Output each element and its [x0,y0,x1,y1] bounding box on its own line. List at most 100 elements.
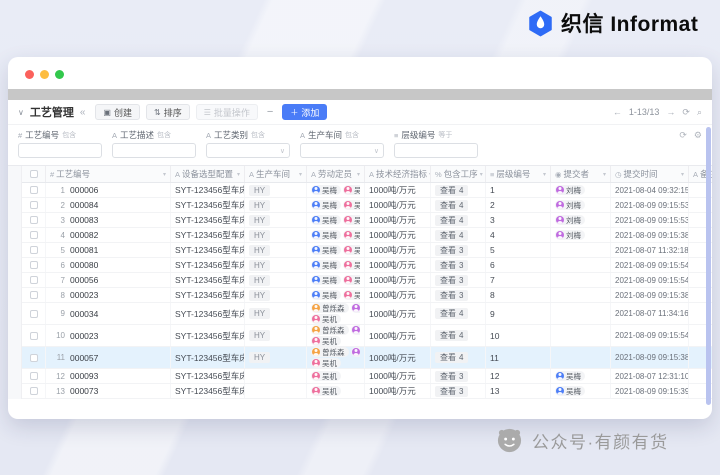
view-steps-button[interactable]: 查看 3 [435,274,469,286]
row-checkbox[interactable] [29,276,38,284]
add-button[interactable]: ＋添加 [282,104,328,120]
submit-time: 2021-08-09 09:15:53 [615,215,689,225]
avatar [344,186,352,194]
table-row[interactable]: 13 000073 SYT-123456型车床 吴机 1000吨/万元 查看 3 13 吴梅 20… [22,384,712,399]
workshop-tag: HY [249,184,271,196]
batch-actions-button[interactable]: ☰ 批量操作 [195,104,258,120]
select-all-checkbox[interactable] [29,170,38,178]
chevron-down-icon[interactable]: ▾ [480,171,483,178]
next-page-icon[interactable]: → [666,107,675,117]
table-row[interactable]: 12 000093 SYT-123456型车床 吴机 1000吨/万元 查看 3 12 吴梅 20… [22,369,712,384]
chevron-down-icon[interactable]: ∨ [18,108,24,117]
vertical-scrollbar[interactable] [706,127,711,405]
view-steps-button[interactable]: 查看 4 [435,229,469,241]
filter-select[interactable]: ∨ [300,143,384,158]
column-header-3[interactable]: A 生产车间 ▾ [245,166,307,182]
more-tools-icon[interactable]: − [267,106,273,118]
column-header-9[interactable]: ◷ 提交时间 ▾ [611,166,689,182]
search-icon[interactable]: ⌕ [697,107,702,118]
table-row[interactable]: 4000082SYT-123456型车床HY吴梅吴机1000吨/万元查看44刘梅… [22,228,712,243]
row-checkbox[interactable] [29,372,38,380]
row-checkbox[interactable] [29,201,38,209]
tech-indicator: 1000吨/万元 [369,290,416,300]
table-row[interactable]: 3 000083 SYT-123456型车床 HY 吴梅 吴机 1000吨/万元 查看4 3 刘梅… [22,213,712,228]
filter-settings-gear-icon[interactable]: ⚙ [694,130,702,141]
maximize-window-button[interactable] [55,70,64,79]
cell-level-number: 12 [486,369,551,383]
row-checkbox[interactable] [29,353,38,362]
row-checkbox[interactable] [29,216,38,224]
filter-select[interactable]: ∨ [206,143,290,158]
row-checkbox[interactable] [29,331,38,340]
minimize-window-button[interactable] [40,70,49,79]
table-row[interactable]: 11 000057 SYT-123456型车床 HY 曾烁森刘梅吴机 1000吨/万元 查看… [22,347,712,369]
staff-chip-line: 吴机 [311,358,360,368]
column-type-icon: A [693,169,699,179]
view-steps-button[interactable]: 查看 3 [435,370,469,382]
filter-input[interactable] [18,143,102,158]
person-chip: 吴机 [343,185,360,195]
view-steps-button[interactable]: 查看 4 [435,214,469,226]
row-checkbox[interactable] [29,186,38,194]
chevron-down-icon[interactable]: ▾ [237,171,240,178]
table-row[interactable]: 9 000034 SYT-123456型车床 HY 曾烁森刘梅吴机 1000吨/万元 查看4… [22,303,712,325]
avatar [312,261,320,269]
filter-refresh-icon[interactable]: ⟳ [679,130,687,141]
chevron-down-icon[interactable]: ▾ [357,171,360,178]
table-row[interactable]: 5 000081 SYT-123456型车床 HY 吴梅 吴机 1000吨/万元 查看3 5 20… [22,243,712,258]
column-header-1[interactable]: # 工艺编号 ▾ [46,166,171,182]
person-name: 吴机 [354,275,360,285]
table-row[interactable]: 8 000023 SYT-123456型车床 HY 吴梅 吴机 1000吨/万元 查看3 8 20… [22,288,712,303]
column-header-8[interactable]: ◉ 提交者 ▾ [551,166,611,182]
chevron-down-icon[interactable]: ▾ [603,171,606,178]
view-steps-button[interactable]: 查看 4 [435,308,469,319]
column-header-2[interactable]: A 设备选型配置 ▾ [171,166,245,182]
level-number: 4 [490,230,495,240]
chevron-down-icon[interactable]: ▾ [681,171,684,178]
column-type-icon: # [50,169,55,179]
view-steps-button[interactable]: 查看 4 [435,184,469,196]
filter-input[interactable] [112,143,196,158]
row-checkbox[interactable] [29,291,38,299]
row-checkbox[interactable] [29,246,38,254]
close-window-button[interactable] [25,70,34,79]
chevron-down-icon[interactable]: ▾ [163,171,166,178]
column-header-5[interactable]: A技术经济指标▾ [365,166,431,182]
column-header-7[interactable]: ≡ 层级编号 ▾ [486,166,551,182]
table-row[interactable]: 10 000023 SYT-123456型车床 HY 曾烁森刘梅吴机 1000吨/万元 查看… [22,325,712,347]
row-select-cell [22,273,46,287]
row-checkbox[interactable] [29,231,38,239]
filter-field-1: # 工艺编号 包含 [18,129,102,158]
filter-input[interactable] [394,143,478,158]
view-steps-button[interactable]: 查看 3 [435,385,469,397]
view-steps-button[interactable]: 查看 3 [435,289,469,301]
field-type-icon: A [112,130,118,140]
row-checkbox[interactable] [29,387,38,395]
sort-button[interactable]: ⇅ 排序 [146,104,190,120]
filter-field-3: A 工艺类别 包含 ∨ [206,129,290,158]
person-name: 刘梅 [566,230,581,240]
view-steps-button[interactable]: 查看 3 [435,259,469,271]
person-name: 刘梅 [566,200,581,210]
column-header-4[interactable]: A 劳动定员 ▾ [307,166,365,182]
view-steps-button[interactable]: 查看 4 [435,352,469,363]
table-row[interactable]: 1 000006 SYT-123456型车床 HY 吴梅 吴机 1000吨/万元 查看4 1 刘梅… [22,183,712,198]
chevron-down-icon[interactable]: ▾ [299,171,302,178]
row-checkbox[interactable] [29,261,38,269]
row-checkbox[interactable] [29,309,38,318]
prev-page-icon[interactable]: ← [613,107,622,117]
table-row[interactable]: 2 000084 SYT-123456型车床 HY 吴梅 吴机 1000吨/万元 查看4 2 刘梅… [22,198,712,213]
view-steps-button[interactable]: 查看 4 [435,330,469,341]
cell-workshop: HY [245,213,307,227]
table-row[interactable]: 6 000080 SYT-123456型车床 HY 吴梅 吴机 1000吨/万元 查看3 6 20… [22,258,712,273]
cell-staff: 曾烁森刘梅吴机 [307,303,365,324]
level-number: 7 [490,275,495,285]
create-button[interactable]: ▣ 创建 [95,104,140,120]
view-steps-button[interactable]: 查看 3 [435,244,469,256]
column-header-6[interactable]: % 包含工序 ▾ [431,166,486,182]
collapse-panel-icon[interactable]: « [80,107,86,118]
table-row[interactable]: 7 000056 SYT-123456型车床 HY 吴梅 吴机 1000吨/万元 查看3 7 20… [22,273,712,288]
refresh-icon[interactable]: ⟳ [682,107,690,118]
chevron-down-icon[interactable]: ▾ [543,171,546,178]
view-steps-button[interactable]: 查看 4 [435,199,469,211]
